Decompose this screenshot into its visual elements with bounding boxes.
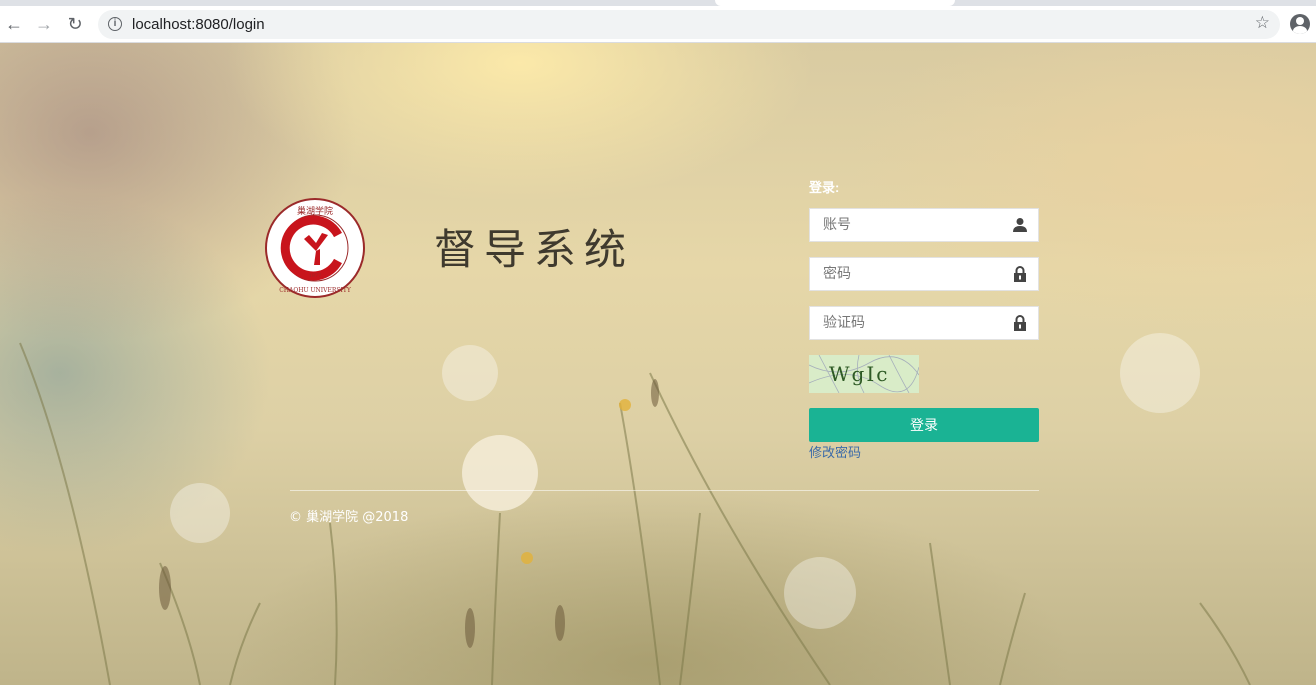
logo-chinese-text: 巢湖学院 <box>297 205 333 217</box>
university-logo: 1977 巢湖学院 CHAOHU UNIVERSITY <box>265 198 365 298</box>
system-title: 督导系统 <box>434 225 635 274</box>
account-input[interactable] <box>810 209 1010 241</box>
divider <box>290 490 1039 491</box>
url-text[interactable]: localhost:8080/login <box>132 16 265 33</box>
account-field[interactable] <box>809 208 1039 242</box>
logo-english-text: CHAOHU UNIVERSITY <box>279 287 352 294</box>
login-button[interactable]: 登录 <box>809 408 1039 442</box>
captcha-image[interactable]: WgIc <box>809 355 919 393</box>
password-field[interactable] <box>809 257 1039 291</box>
captcha-input[interactable] <box>810 307 1010 339</box>
address-bar[interactable]: i localhost:8080/login ☆ <box>98 10 1280 39</box>
back-icon[interactable]: ← <box>2 12 26 36</box>
login-heading: 登录: <box>809 180 840 195</box>
browser-toolbar: ← → ↻ i localhost:8080/login ☆ <box>0 6 1316 43</box>
profile-avatar-icon[interactable] <box>1290 14 1310 34</box>
user-icon <box>1013 218 1027 232</box>
captcha-field[interactable] <box>809 306 1039 340</box>
login-page: 1977 巢湖学院 CHAOHU UNIVERSITY 督导系统 登录: 账号 … <box>0 43 1316 685</box>
password-input[interactable] <box>810 258 1010 290</box>
forward-icon[interactable]: → <box>32 12 56 36</box>
reload-icon[interactable]: ↻ <box>63 12 87 36</box>
captcha-text: WgIc <box>829 362 890 386</box>
change-password-link[interactable]: 修改密码 <box>809 442 861 461</box>
site-info-icon[interactable]: i <box>108 17 122 31</box>
logo-year: 1977 <box>309 273 322 279</box>
lock-icon <box>1014 266 1026 282</box>
bookmark-star-icon[interactable]: ☆ <box>1255 13 1270 33</box>
background-meadow <box>19 333 1251 685</box>
lock-icon <box>1014 315 1026 331</box>
copyright-footer: © 巢湖学院 @2018 <box>289 510 409 525</box>
